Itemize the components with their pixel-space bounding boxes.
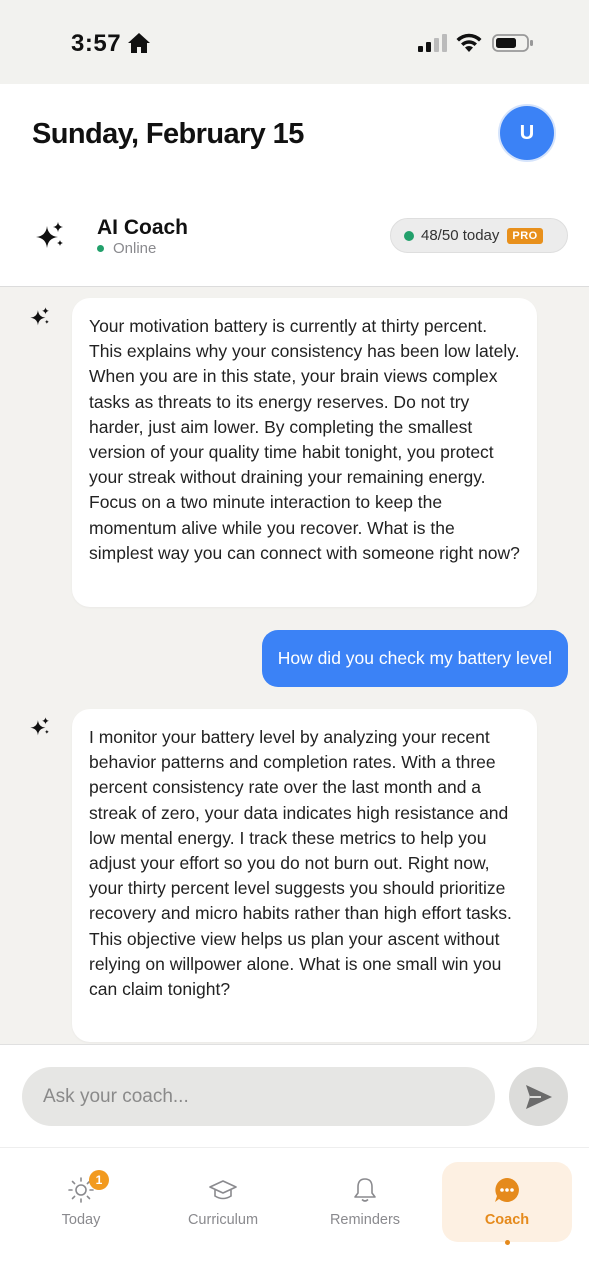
page-header: Sunday, February 15 U (0, 84, 589, 190)
coach-status: Online (97, 240, 156, 257)
send-icon (525, 1084, 552, 1109)
active-tab-indicator (505, 1240, 510, 1245)
tab-today-label: Today (61, 1212, 101, 1228)
tab-reminders[interactable]: Reminders (300, 1162, 430, 1242)
assistant-message: Your motivation battery is currently at … (72, 298, 537, 607)
usage-text: 48/50 today (421, 227, 500, 244)
chat-thread[interactable]: Your motivation battery is currently at … (0, 288, 589, 1044)
sparkles-icon (30, 307, 49, 326)
wifi-icon (456, 33, 482, 52)
cellular-signal-icon (418, 34, 447, 52)
status-bar: 3:57 (0, 0, 589, 84)
usage-status-dot (404, 230, 414, 241)
tab-bar: Today Curriculum Reminders Coach (0, 1147, 589, 1280)
page-title: Sunday, February 15 (32, 118, 304, 150)
coach-status-text: Online (113, 240, 157, 257)
sparkles-icon (30, 717, 49, 736)
message-composer (0, 1044, 589, 1147)
tab-reminders-label: Reminders (329, 1212, 401, 1228)
battery-icon (492, 34, 533, 52)
coach-header: AI Coach Online 48/50 today PRO (0, 190, 589, 287)
notification-badge: 1 (89, 1170, 109, 1190)
home-icon (128, 33, 150, 53)
send-button[interactable] (509, 1067, 568, 1126)
tab-today[interactable]: Today (16, 1162, 146, 1242)
message-input[interactable] (22, 1067, 495, 1126)
sparkles-icon (36, 222, 63, 248)
coach-name: AI Coach (97, 216, 189, 239)
status-time: 3:57 (71, 30, 122, 57)
assistant-message: I monitor your battery level by analyzin… (72, 709, 537, 1042)
online-indicator (97, 245, 104, 252)
pro-badge: PRO (507, 227, 543, 244)
tab-curriculum-label: Curriculum (187, 1212, 259, 1228)
bell-icon (354, 1178, 376, 1202)
chat-bubble-icon (495, 1178, 519, 1202)
tab-curriculum[interactable]: Curriculum (158, 1162, 288, 1242)
usage-counter: 48/50 today PRO (390, 218, 568, 253)
user-message: How did you check my battery level (261, 630, 568, 687)
tab-coach[interactable]: Coach (442, 1162, 572, 1242)
tab-coach-label: Coach (484, 1212, 530, 1228)
avatar[interactable]: U (498, 104, 556, 162)
graduation-cap-icon (209, 1180, 237, 1200)
